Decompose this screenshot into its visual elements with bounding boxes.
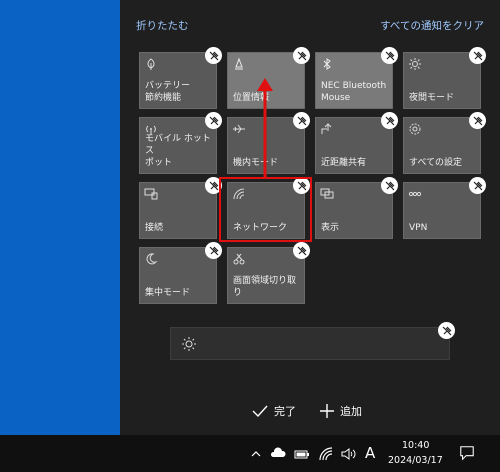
add-label: 追加 [340, 405, 362, 418]
unpin-icon[interactable] [293, 47, 310, 64]
notification-icon[interactable] [458, 445, 476, 461]
connect-icon [144, 188, 158, 200]
unpin-icon[interactable] [205, 112, 222, 129]
unpin-icon[interactable] [438, 322, 455, 339]
airplane-icon [233, 124, 245, 134]
moon-icon [146, 253, 158, 265]
tile-label: NEC Bluetooth Mouse [321, 81, 387, 103]
snip-icon [233, 253, 245, 265]
chevron-up-icon[interactable] [250, 446, 262, 462]
tile-label: 夜間モード [409, 93, 455, 103]
network-icon[interactable] [318, 446, 334, 462]
tile-connect[interactable]: 接続 [139, 177, 222, 239]
display-icon [320, 188, 334, 199]
vpn-icon [408, 191, 422, 197]
tile-label: ネットワーク [233, 223, 288, 233]
brightness-icon [182, 337, 196, 351]
unpin-icon[interactable] [205, 177, 222, 194]
taskbar: A 10:40 2024/03/17 [0, 435, 500, 472]
tile-screen-snip[interactable]: 画面領域切り取 り [227, 242, 310, 304]
share-icon [321, 123, 332, 134]
unpin-icon[interactable] [293, 177, 310, 194]
clock-date[interactable]: 2024/03/17 [388, 455, 443, 466]
sun-icon [409, 58, 421, 70]
arrow-up-icon [257, 78, 273, 177]
ime-indicator[interactable]: A [365, 444, 375, 462]
tile-night-mode[interactable]: 夜間モード [403, 47, 486, 109]
tile-network[interactable]: ネットワーク [227, 177, 310, 239]
gear-icon [409, 123, 421, 135]
unpin-icon[interactable] [469, 112, 486, 129]
tile-battery-saver[interactable]: バッテリー 節約機能 [139, 47, 222, 109]
unpin-icon[interactable] [293, 242, 310, 259]
tile-vpn[interactable]: VPN [403, 177, 486, 239]
tile-bluetooth-mouse[interactable]: NEC Bluetooth Mouse [315, 47, 398, 109]
tile-label: 近距離共有 [321, 158, 367, 168]
desktop-background [0, 0, 120, 435]
tile-label: 表示 [321, 223, 340, 233]
tile-label: バッテリー 節約機能 [145, 81, 191, 103]
tile-focus-mode[interactable]: 集中モード [139, 242, 222, 304]
tile-display[interactable]: 表示 [315, 177, 398, 239]
tile-nearby-sharing[interactable]: 近距離共有 [315, 112, 398, 174]
done-label: 完了 [274, 405, 296, 418]
unpin-icon[interactable] [381, 47, 398, 64]
unpin-icon[interactable] [205, 242, 222, 259]
unpin-icon[interactable] [469, 47, 486, 64]
tile-label: 画面領域切り取 り [233, 276, 297, 298]
unpin-icon[interactable] [381, 112, 398, 129]
plus-icon [320, 404, 334, 418]
bluetooth-icon [323, 58, 331, 70]
cloud-icon[interactable] [270, 446, 286, 462]
tile-label: 接続 [145, 223, 164, 233]
checkmark-icon [252, 405, 268, 417]
collapse-link[interactable]: 折りたたむ [136, 18, 189, 33]
tile-label: モバイル ホットス ポット [145, 134, 211, 168]
battery-icon[interactable] [293, 446, 311, 462]
brightness-slider[interactable] [170, 322, 455, 360]
add-button[interactable]: 追加 [320, 403, 362, 419]
tile-label: すべての設定 [409, 158, 463, 168]
location-icon [235, 57, 243, 70]
tile-label: VPN [409, 223, 428, 233]
tile-all-settings[interactable]: すべての設定 [403, 112, 486, 174]
clear-all-notifications-link[interactable]: すべての通知をクリア [380, 18, 484, 33]
unpin-icon[interactable] [381, 177, 398, 194]
clock-time[interactable]: 10:40 [402, 440, 429, 451]
tile-label: 集中モード [145, 288, 191, 298]
tile-mobile-hotspot[interactable]: モバイル ホットス ポット [139, 112, 222, 174]
unpin-icon[interactable] [205, 47, 222, 64]
speaker-icon[interactable] [340, 446, 356, 462]
unpin-icon[interactable] [293, 112, 310, 129]
unpin-icon[interactable] [469, 177, 486, 194]
leaf-icon [147, 58, 155, 70]
action-center-panel: 折りたたむ すべての通知をクリア バッテリー 節約機能 位置情報 NEC Blu… [120, 0, 500, 435]
done-button[interactable]: 完了 [252, 403, 296, 419]
network-icon [233, 188, 245, 200]
